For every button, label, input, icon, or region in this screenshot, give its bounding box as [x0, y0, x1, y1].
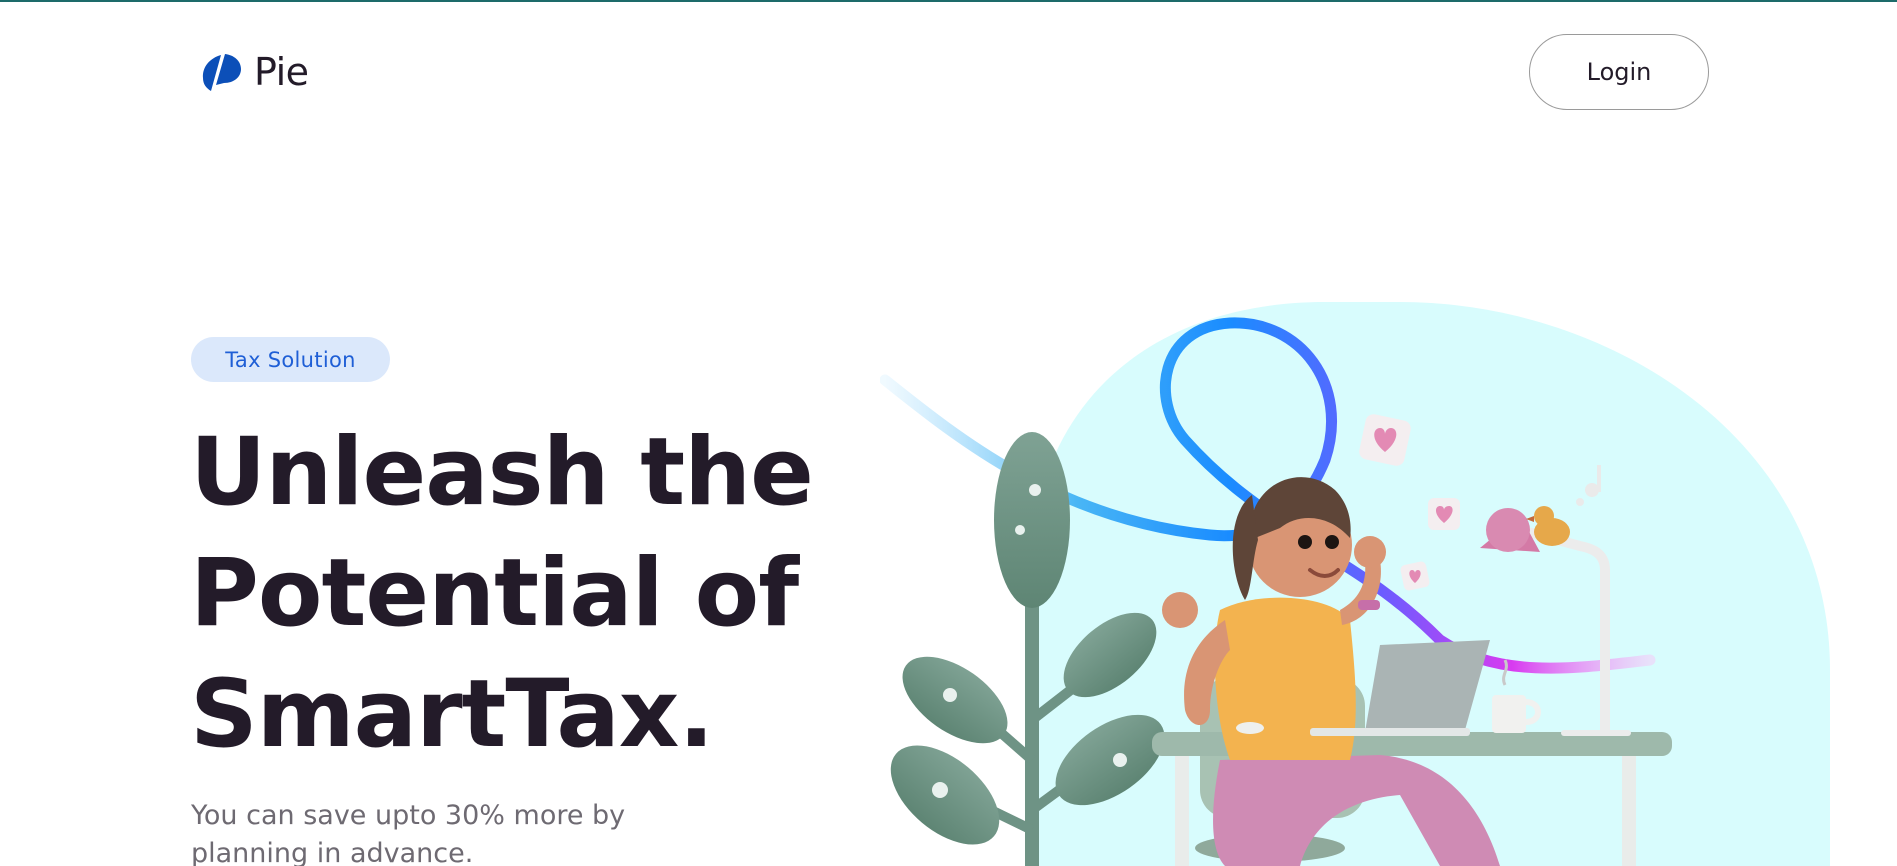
- heart-card-icon-medium: [1428, 498, 1460, 530]
- woman-at-desk-illustration: [880, 302, 1830, 866]
- brand-home-link[interactable]: Pie: [198, 48, 309, 96]
- login-button[interactable]: Login: [1529, 34, 1709, 110]
- tax-solution-badge: Tax Solution: [191, 337, 390, 382]
- landing-page: Pie Login Tax Solution Unleash the Poten…: [0, 0, 1897, 866]
- mouse-icon: [1236, 722, 1264, 734]
- pie-logo-icon: [202, 54, 241, 91]
- top-accent-strip: [0, 0, 1897, 2]
- brand-name: Pie: [254, 50, 309, 94]
- heart-card-icon-small: [1400, 561, 1430, 591]
- heart-card-icon-large: [1359, 414, 1411, 466]
- hero-subtitle: You can save upto 30% more by planning i…: [191, 800, 626, 866]
- hero-title-line-1: Unleash the: [190, 418, 814, 527]
- hero-title-line-2: Potential of: [190, 539, 799, 648]
- hero-title-line-3: SmartTax.: [190, 660, 714, 769]
- hero-title: Unleash the Potential of SmartTax.: [190, 412, 910, 775]
- hero-illustration: [880, 290, 1897, 866]
